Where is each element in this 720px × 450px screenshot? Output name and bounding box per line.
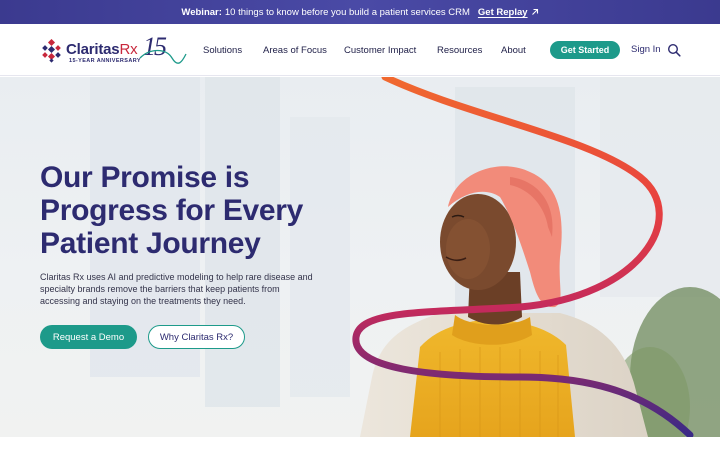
logo-tagline: 15-YEAR ANNIVERSARY: [69, 58, 141, 64]
search-icon[interactable]: [667, 43, 681, 57]
logo-swoosh-icon: [139, 49, 187, 64]
hero-title: Our Promise is Progress for Every Patien…: [40, 161, 304, 260]
get-replay-label: Get Replay: [477, 6, 528, 18]
hero-body: Claritas Rx uses AI and predictive model…: [40, 272, 313, 306]
nav-resources[interactable]: Resources: [437, 45, 482, 56]
announcement-label: Webinar:: [181, 6, 222, 18]
get-started-button[interactable]: Get Started: [550, 41, 620, 59]
announcement-text: 10 things to know before you build a pat…: [224, 6, 470, 18]
logo-name: Claritas: [66, 41, 120, 58]
hero-section: Our Promise is Progress for Every Patien…: [0, 77, 720, 437]
logo-mark-icon: [42, 39, 61, 63]
claritas-logo[interactable]: ClaritasRx 15-YEAR ANNIVERSARY 15: [40, 32, 187, 68]
arrow-up-right-icon: [531, 8, 538, 15]
site-header: ClaritasRx 15-YEAR ANNIVERSARY 15 Soluti…: [0, 24, 720, 76]
logo-wordmark: ClaritasRx: [66, 41, 138, 58]
nav-customer-impact[interactable]: Customer Impact: [344, 45, 416, 56]
request-demo-button[interactable]: Request a Demo: [40, 325, 137, 349]
nav-areas-of-focus[interactable]: Areas of Focus: [263, 45, 327, 56]
why-claritas-button[interactable]: Why Claritas Rx?: [148, 325, 245, 349]
sign-in-link[interactable]: Sign In: [631, 44, 661, 55]
logo-rx: Rx: [119, 41, 138, 58]
nav-solutions[interactable]: Solutions: [203, 45, 242, 56]
announcement-bar: Webinar: 10 things to know before you bu…: [0, 0, 720, 24]
page-bottom-strip: [0, 437, 720, 450]
get-replay-link[interactable]: Get Replay: [478, 7, 539, 18]
nav-about[interactable]: About: [501, 45, 526, 56]
